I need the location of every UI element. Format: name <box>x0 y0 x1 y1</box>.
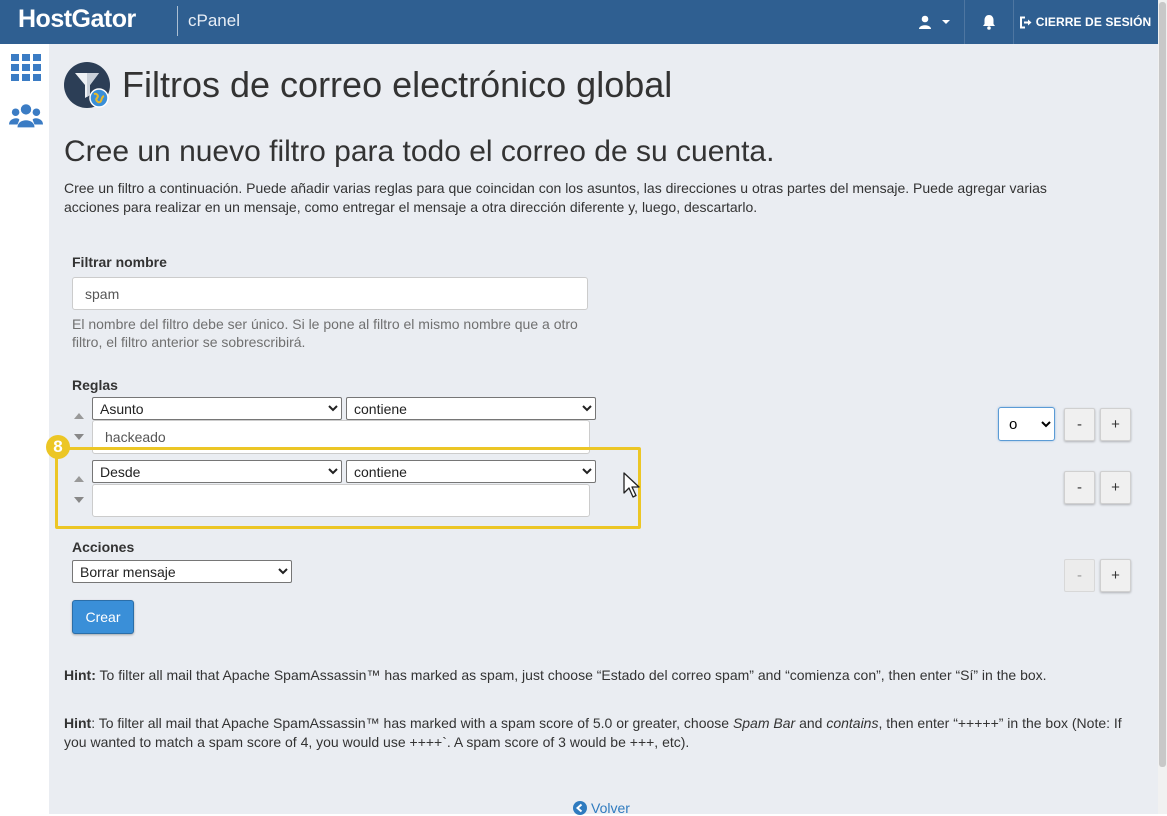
section-heading: Cree un nuevo filtro para todo el correo… <box>64 135 775 168</box>
rule-2-value-input[interactable] <box>92 484 590 517</box>
rule-2-move-up-arrow[interactable] <box>74 476 84 482</box>
rule-2-remove-button[interactable]: - <box>1064 471 1095 504</box>
hint-2-emphasis-1: Spam Bar <box>732 715 796 731</box>
email-filter-icon <box>64 62 110 108</box>
rule-2-condition-select[interactable]: contiene <box>346 460 596 483</box>
filter-name-help-text: El nombre del filtro debe ser único. Si … <box>72 316 578 350</box>
rule-2-field-select[interactable]: Desde <box>92 460 342 483</box>
topbar-divider <box>1013 0 1014 44</box>
rule-1-condition-select[interactable]: contiene <box>346 397 596 420</box>
hint-1-prefix: Hint: <box>64 667 96 683</box>
users-icon <box>9 104 43 128</box>
user-menu-button[interactable] <box>905 0 963 44</box>
rules-label: Reglas <box>72 377 118 393</box>
page-scrollbar[interactable] <box>1158 0 1167 814</box>
logout-icon <box>1019 16 1032 28</box>
brand-logo[interactable]: HostGator <box>18 5 136 34</box>
rule-1-remove-button[interactable]: - <box>1064 408 1095 441</box>
rule-1-move-down-arrow[interactable] <box>74 434 84 440</box>
action-add-button[interactable]: + <box>1100 559 1131 592</box>
rule-1-move-up-arrow[interactable] <box>74 413 84 419</box>
main-content: Filtros de correo electrónico global Cre… <box>46 44 1158 816</box>
product-name: cPanel <box>188 11 240 30</box>
notifications-button[interactable] <box>966 0 1012 44</box>
bell-icon <box>983 15 995 30</box>
hint-1-text: To filter all mail that Apache SpamAssas… <box>95 667 1047 683</box>
caret-down-icon <box>941 20 950 24</box>
actions-label: Acciones <box>72 539 135 555</box>
scrollbar-thumb[interactable] <box>1159 2 1166 767</box>
hint-2-prefix: Hint <box>64 715 92 731</box>
action-select[interactable]: Borrar mensaje <box>72 560 292 583</box>
filter-name-label: Filtrar nombre <box>72 254 167 270</box>
topbar-divider <box>964 0 965 44</box>
rule-2-move-down-arrow[interactable] <box>74 497 84 503</box>
sidebar <box>0 44 49 814</box>
rule-2-add-button[interactable]: + <box>1100 471 1131 504</box>
hint-2-text-b: and <box>795 715 827 731</box>
brand-divider <box>177 6 178 36</box>
sidebar-item-users[interactable] <box>9 100 43 132</box>
hint-2-text-a: : To filter all mail that Apache SpamAss… <box>91 715 733 731</box>
logout-label: CIERRE DE SESIÓN <box>1035 15 1152 29</box>
sidebar-item-home[interactable] <box>9 52 43 84</box>
rule-operator-select[interactable]: o <box>998 407 1055 441</box>
step-number-badge: 8 <box>46 435 70 459</box>
hint-2-emphasis-2: contains <box>826 715 879 731</box>
page-description: Cree un filtro a continuación. Puede aña… <box>64 180 1047 215</box>
logout-button[interactable]: CIERRE DE SESIÓN <box>1018 0 1152 44</box>
filter-name-input[interactable] <box>72 277 588 310</box>
rule-1-field-select[interactable]: Asunto <box>92 397 342 420</box>
top-navigation-bar: HostGator cPanel CIERRE DE SESIÓN <box>0 0 1158 44</box>
page-title: Filtros de correo electrónico global <box>122 64 673 105</box>
mouse-cursor-icon <box>623 472 640 498</box>
rule-1-add-button[interactable]: + <box>1100 408 1131 441</box>
create-button[interactable]: Crear <box>72 600 134 634</box>
hint-spam-score: Hint: To filter all mail that Apache Spa… <box>64 714 1124 752</box>
action-remove-button[interactable]: - <box>1064 559 1095 592</box>
user-icon <box>918 15 931 29</box>
arrow-left-circle-icon <box>573 801 587 815</box>
grid-icon <box>11 54 41 81</box>
hint-spam-status: Hint: To filter all mail that Apache Spa… <box>64 666 1124 685</box>
